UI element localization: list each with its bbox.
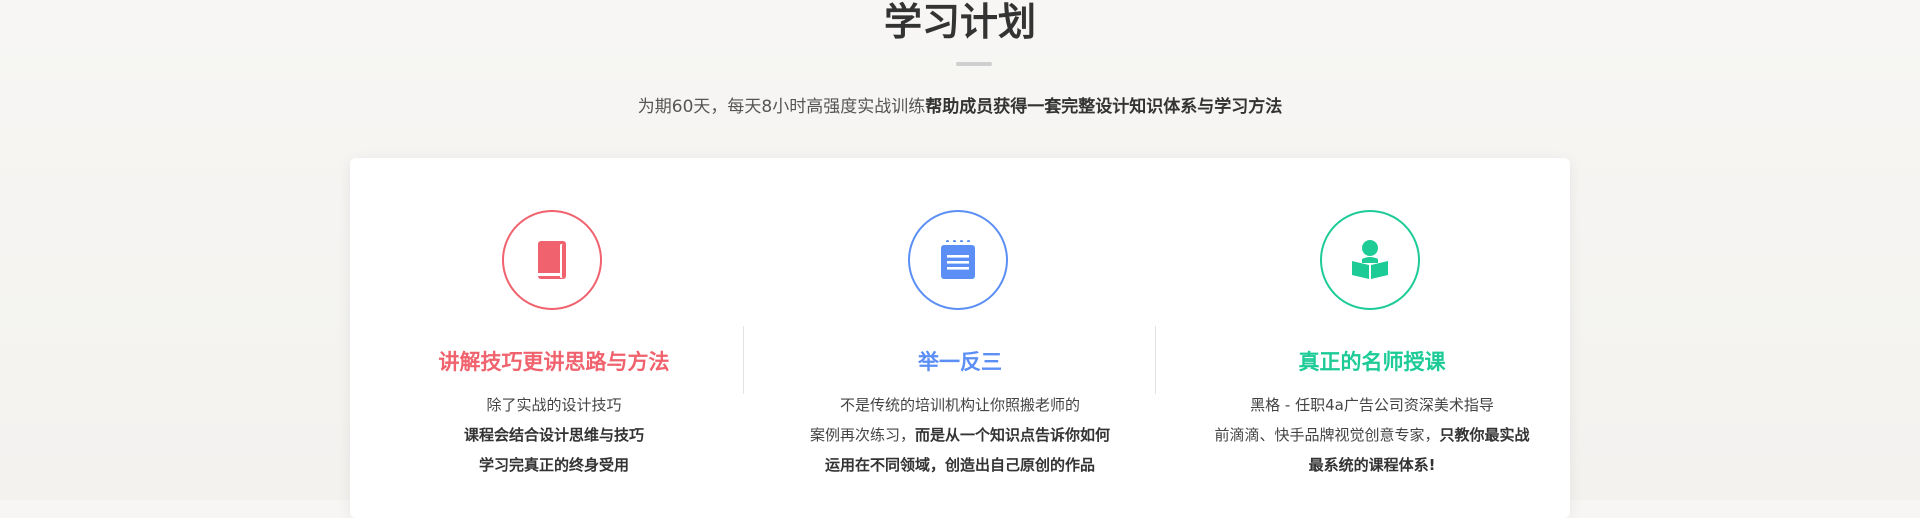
desc-text: 除了实战的设计技巧	[486, 396, 622, 414]
feature-description: 除了实战的设计技巧 课程会结合设计思维与技巧 学习完真正的终身受用	[354, 390, 754, 480]
desc-line-1: 黑格 - 任职4a广告公司资深美术指导	[1172, 390, 1572, 420]
desc-text: 不是传统的培训机构让你照搬老师的	[839, 396, 1080, 414]
desc-line-3: 最系统的课程体系!	[1172, 450, 1572, 480]
divider	[743, 326, 744, 394]
desc-line-2: 案例再次练习，而是从一个知识点告诉你如何	[760, 420, 1160, 450]
feature-title: 讲解技巧更讲思路与方法	[438, 350, 670, 374]
subtitle-bold: 帮助成员获得一套完整设计知识体系与学习方法	[925, 97, 1283, 117]
desc-text: 案例再次练习，	[809, 426, 915, 444]
desc-bold: 运用在不同领域，创造出自己原创的作品	[824, 456, 1095, 474]
desc-line-1: 不是传统的培训机构让你照搬老师的	[760, 390, 1160, 420]
section-title: 学习计划	[883, 0, 1036, 44]
desc-line-2: 前滴滴、快手品牌视觉创意专家，只教你最实战	[1172, 420, 1572, 450]
reader-icon	[1352, 240, 1388, 279]
desc-line-2: 课程会结合设计思维与技巧	[354, 420, 754, 450]
feature-description: 不是传统的培训机构让你照搬老师的 案例再次练习，而是从一个知识点告诉你如何 运用…	[760, 390, 1160, 480]
desc-bold: 而是从一个知识点告诉你如何	[915, 426, 1111, 444]
desc-bold: 只教你最实战	[1439, 426, 1530, 444]
feature-icon-circle	[1320, 210, 1420, 310]
book-icon	[538, 241, 566, 279]
feature-title: 真正的名师授课	[1298, 350, 1446, 374]
desc-line-3: 学习完真正的终身受用	[354, 450, 754, 480]
desc-bold: 最系统的课程体系!	[1308, 456, 1436, 474]
title-underline	[956, 62, 992, 66]
divider	[1155, 326, 1156, 394]
desc-line-3: 运用在不同领域，创造出自己原创的作品	[760, 450, 1160, 480]
section-subtitle: 为期60天，每天8小时高强度实战训练帮助成员获得一套完整设计知识体系与学习方法	[0, 92, 1920, 117]
feature-title: 举一反三	[918, 350, 1002, 374]
desc-line-1: 除了实战的设计技巧	[354, 390, 754, 420]
desc-text: 黑格 - 任职4a广告公司资深美术指导	[1250, 396, 1494, 414]
subtitle-plain: 为期60天，每天8小时高强度实战训练	[637, 97, 926, 117]
feature-description: 黑格 - 任职4a广告公司资深美术指导 前滴滴、快手品牌视觉创意专家，只教你最实…	[1172, 390, 1572, 480]
desc-bold: 学习完真正的终身受用	[478, 456, 629, 474]
features-card: 讲解技巧更讲思路与方法 除了实战的设计技巧 课程会结合设计思维与技巧 学习完真正…	[350, 158, 1570, 518]
desc-text: 前滴滴、快手品牌视觉创意专家，	[1214, 426, 1440, 444]
feature-icon-circle	[502, 210, 602, 310]
desc-bold: 课程会结合设计思维与技巧	[463, 426, 644, 444]
notepad-icon	[941, 240, 975, 279]
feature-icon-circle	[908, 210, 1008, 310]
